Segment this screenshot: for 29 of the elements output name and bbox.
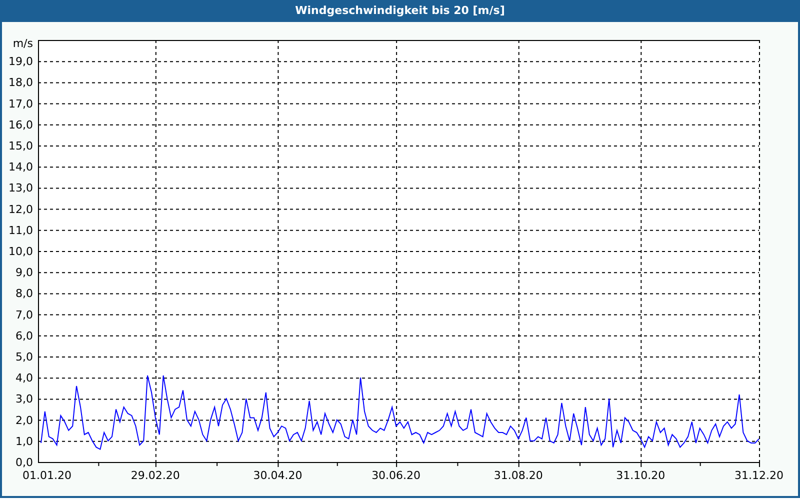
- axis-label: 4,0: [16, 372, 33, 385]
- axis-label: 16,0: [8, 118, 33, 132]
- axis-label: 01.01.20: [22, 469, 72, 482]
- axis-label: 30.04.20: [253, 469, 302, 482]
- axis-label: 12,0: [8, 202, 33, 216]
- axis-label: 29.02.20: [130, 469, 180, 482]
- axis-label: 8,0: [16, 287, 33, 300]
- axis-label: 31.10.20: [616, 469, 666, 482]
- axis-label: 10,0: [8, 245, 33, 258]
- axis-label: 13,0: [8, 182, 33, 195]
- axis-label: 19,0: [8, 55, 33, 68]
- axis-label: 9,0: [16, 266, 33, 280]
- axis-label: 3,0: [16, 392, 33, 406]
- axis-label: 5,0: [16, 350, 33, 364]
- axis-label: 1,0: [16, 434, 33, 448]
- axis-label: 31.12.20: [734, 469, 784, 482]
- axis-label: 30.06.20: [372, 469, 421, 482]
- axis-unit: m/s: [12, 37, 33, 50]
- axis-label: 15,0: [8, 140, 33, 152]
- axis-label: 0,0: [16, 456, 33, 469]
- axis-label: 6,0: [16, 329, 33, 342]
- axis-label: 7,0: [16, 308, 33, 322]
- axis-label: 17,0: [8, 97, 33, 110]
- axis-label: 14,0: [8, 160, 33, 174]
- axis-label: 31.08.20: [494, 469, 543, 482]
- axis-label: 2,0: [16, 414, 33, 427]
- window-title: Windgeschwindigkeit bis 20 [m/s]: [2, 0, 798, 22]
- axis-label: 11,0: [8, 224, 33, 237]
- axis-label: 18,0: [8, 76, 33, 90]
